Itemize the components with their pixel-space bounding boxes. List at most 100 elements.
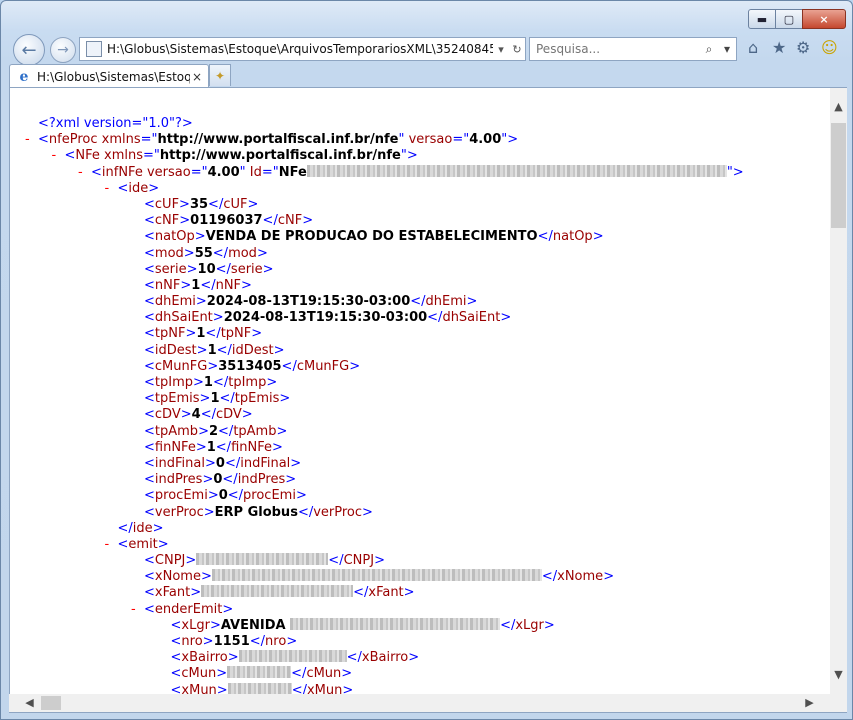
scroll-up-icon[interactable]: ▲ — [830, 98, 847, 115]
tag-bracket: < — [170, 666, 182, 682]
back-arrow-icon: ← — [21, 39, 37, 61]
tag-bracket: > — [207, 488, 219, 504]
collapse-toggle[interactable]: - — [105, 181, 110, 197]
forward-button[interactable]: → — [50, 37, 76, 63]
tag-bracket: < — [144, 423, 155, 439]
element-value: 2 — [208, 423, 219, 439]
tag-bracket: </ — [537, 229, 553, 245]
address-dropdown-icon[interactable]: ▾ — [493, 43, 509, 56]
xml-line: <nro>1151</nro> — [10, 634, 831, 650]
browser-window: ▬ ▢ × ← → H:\Globus\Sistemas\Estoque\Arq… — [0, 0, 853, 720]
tag-bracket: < — [170, 650, 182, 666]
tag-name: xBairro — [181, 650, 228, 666]
collapse-toggle[interactable]: - — [105, 537, 110, 553]
scroll-down-icon[interactable]: ▼ — [830, 666, 847, 683]
tag-bracket: </ — [205, 326, 221, 342]
tag-name: idDest — [154, 342, 197, 358]
tag-name: enderEmit — [154, 601, 223, 617]
element-value: 1151 — [213, 634, 250, 649]
tag-bracket: > — [179, 196, 190, 212]
search-dropdown-icon[interactable]: ▾ — [718, 42, 736, 56]
tag-name: xFant — [154, 585, 191, 601]
tag-bracket: > — [241, 277, 252, 293]
tag-bracket: > — [295, 488, 307, 504]
xml-line-text: <serie>10</serie> — [144, 262, 274, 278]
element-value: VENDA DE PRODUCAO DO ESTABELECIMENTO — [205, 229, 538, 245]
horizontal-scroll-thumb[interactable] — [41, 696, 61, 710]
scroll-right-icon[interactable]: ▶ — [801, 694, 818, 711]
xml-line: <finNFe>1</finNFe> — [10, 440, 831, 456]
tag-bracket: </ — [200, 407, 216, 423]
tag-name: tpNF — [220, 326, 252, 342]
tag-name: serie — [230, 261, 263, 277]
tab-close-icon[interactable]: × — [190, 70, 204, 84]
close-window-button[interactable]: × — [802, 9, 846, 29]
tag-name: dhEmi — [154, 294, 196, 310]
tag-name: cDV — [215, 407, 242, 423]
search-box[interactable]: ⌕ ▾ — [529, 37, 737, 61]
tag-bracket: > — [148, 180, 160, 196]
tag-bracket: </ — [215, 261, 231, 277]
collapse-toggle[interactable]: - — [131, 602, 136, 618]
attr-quote: =" — [140, 132, 158, 148]
tab-title: H:\Globus\Sistemas\Estoq... — [37, 69, 190, 84]
xml-line: - <emit> — [10, 537, 831, 553]
new-tab-button[interactable]: ✦ — [209, 64, 231, 86]
tag-bracket: < — [144, 504, 155, 520]
tag-name: nNF — [215, 277, 242, 293]
tab-active[interactable]: e H:\Globus\Sistemas\Estoq... × — [9, 64, 209, 88]
xml-line-text: <tpNF>1</tpNF> — [144, 326, 262, 342]
maximize-button[interactable]: ▢ — [775, 9, 803, 29]
address-bar[interactable]: H:\Globus\Sistemas\Estoque\ArquivosTempo… — [79, 37, 526, 61]
minimize-icon: ▬ — [756, 12, 768, 26]
tag-bracket: > — [204, 455, 216, 471]
collapse-toggle[interactable]: - — [52, 148, 57, 164]
tag-bracket: > — [195, 294, 207, 310]
attr-name: versao — [146, 164, 191, 180]
tag-bracket: > — [183, 245, 195, 261]
xml-line-text: </ide> — [118, 521, 164, 537]
address-url[interactable]: H:\Globus\Sistemas\Estoque\ArquivosTempo… — [107, 42, 493, 56]
tag-bracket: > — [222, 601, 234, 617]
element-value: 1 — [207, 342, 217, 358]
tag-bracket: > — [179, 213, 191, 229]
scroll-left-icon[interactable]: ◀ — [21, 694, 38, 711]
vertical-scrollbar[interactable]: ▲ ▼ — [830, 87, 847, 695]
search-icon[interactable]: ⌕ — [700, 42, 718, 57]
tag-bracket: > — [195, 439, 207, 455]
tag-bracket: > — [362, 504, 373, 520]
smiley-feedback-icon[interactable]: ☺ — [821, 38, 838, 57]
tag-bracket: > — [202, 634, 214, 649]
close-icon: × — [819, 12, 829, 26]
tag-bracket: </ — [262, 213, 278, 229]
collapse-toggle[interactable]: - — [25, 132, 30, 148]
element-value: 0 — [215, 455, 225, 471]
tag-bracket: </ — [297, 504, 314, 520]
tag-name: cMunFG — [154, 358, 208, 374]
tag-bracket: > — [203, 504, 215, 520]
xml-line: <cNF>01196037</cNF> — [10, 213, 831, 229]
search-input[interactable] — [530, 41, 700, 57]
gear-icon[interactable]: ⚙ — [796, 38, 810, 57]
tag-bracket: > — [194, 229, 206, 245]
tag-bracket: > — [500, 310, 512, 326]
back-button[interactable]: ← — [13, 34, 45, 66]
tag-name: cUF — [223, 196, 248, 212]
refresh-icon[interactable]: ↻ — [509, 43, 525, 56]
favorites-star-icon[interactable]: ★ — [772, 38, 786, 57]
tag-name: cMunFG — [296, 358, 350, 374]
tag-bracket: > — [241, 407, 253, 423]
vertical-scroll-thumb[interactable] — [831, 123, 846, 228]
home-icon[interactable]: ⌂ — [748, 38, 758, 57]
tag-bracket: > — [200, 569, 212, 585]
collapse-toggle[interactable]: - — [78, 165, 83, 181]
minimize-button[interactable]: ▬ — [748, 9, 776, 29]
attr-quote: =" — [190, 164, 208, 180]
xml-line-text: <mod>55</mod> — [144, 246, 268, 262]
tag-bracket: < — [144, 229, 155, 245]
tag-name: indFinal — [154, 455, 205, 471]
redacted-value — [201, 585, 354, 598]
tag-name: finNFe — [154, 439, 196, 455]
tag-bracket: < — [144, 455, 155, 471]
horizontal-scrollbar[interactable]: ◀ ▶ — [9, 694, 847, 713]
